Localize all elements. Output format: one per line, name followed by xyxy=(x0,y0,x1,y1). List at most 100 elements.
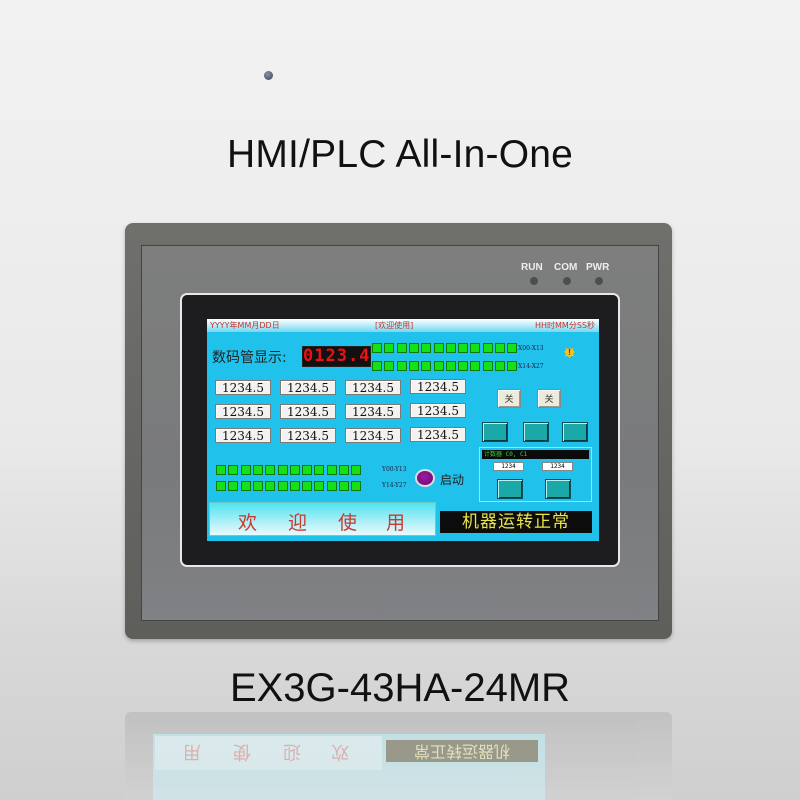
numeric-display[interactable]: 1234.5 xyxy=(410,403,466,418)
numeric-display[interactable]: 1234.5 xyxy=(280,380,336,395)
counter-panel: 计数器 C0, C1 1234 1234 xyxy=(479,447,592,502)
input-range-label-2: X14-X27 xyxy=(518,363,544,370)
reflection-char-2: 迎 xyxy=(283,741,301,762)
welcome-char-3: 使 xyxy=(338,512,358,534)
numeric-display[interactable]: 1234.5 xyxy=(410,379,466,394)
screen-topbar: YYYY年MM月DD日 [欢迎使用] HH时MM分SS秒 xyxy=(207,319,599,332)
numeric-display[interactable]: 1234.5 xyxy=(345,380,401,395)
numeric-display[interactable]: 1234.5 xyxy=(280,404,336,419)
output-lamp xyxy=(240,465,251,475)
run-led-icon xyxy=(530,277,538,285)
numeric-display[interactable]: 1234.5 xyxy=(215,404,271,419)
output-lamp xyxy=(326,481,337,491)
output-lamp xyxy=(339,465,349,475)
welcome-char-1: 欢 xyxy=(238,512,258,534)
output-lamp xyxy=(216,465,226,475)
numeric-display[interactable]: 1234.5 xyxy=(345,404,401,419)
input-lamp xyxy=(458,343,469,353)
numeric-display[interactable]: 1234.5 xyxy=(215,380,271,395)
output-lamp xyxy=(351,481,362,491)
input-lamp xyxy=(433,361,444,371)
reflection-char-1: 欢 xyxy=(331,741,349,762)
input-lamp xyxy=(495,343,505,353)
input-lamp xyxy=(396,361,407,371)
numeric-display[interactable]: 1234.5 xyxy=(280,428,336,443)
output-lamp xyxy=(277,481,288,491)
reflection-status: 机器运转正常 xyxy=(386,740,538,762)
start-button[interactable] xyxy=(415,469,435,487)
output-lamp xyxy=(240,481,251,491)
input-lamp xyxy=(495,361,505,371)
welcome-char-2: 迎 xyxy=(288,512,308,534)
input-lamp xyxy=(433,343,444,353)
input-lamp xyxy=(507,361,518,371)
numeric-display[interactable]: 1234.5 xyxy=(215,428,271,443)
machine-status-banner: 机器运转正常 xyxy=(440,511,592,533)
com-led-icon xyxy=(563,277,571,285)
input-lamp xyxy=(421,361,432,371)
output-lamp xyxy=(302,465,313,475)
segment-display-label: 数码管显示: xyxy=(212,350,287,366)
input-lamp xyxy=(372,343,382,353)
numeric-display[interactable]: 1234.5 xyxy=(345,428,401,443)
output-range-label-2: Y14-Y27 xyxy=(382,482,407,489)
indicator-label-com: COM xyxy=(554,262,578,273)
model-number: EX3G-43HA-24MR xyxy=(229,666,571,710)
input-lamp xyxy=(482,343,493,353)
input-lamp xyxy=(445,343,456,353)
input-lamp xyxy=(470,343,481,353)
camera-dust-spot xyxy=(264,71,273,80)
indicator-label-run: RUN xyxy=(521,262,543,273)
counter-button-2[interactable] xyxy=(545,479,571,499)
input-lamp xyxy=(470,361,481,371)
input-lamp xyxy=(396,343,407,353)
output-lamp xyxy=(289,481,300,491)
warning-burst-icon: ! xyxy=(564,347,575,358)
output-range-label-1: Y00-Y13 xyxy=(382,466,407,473)
teal-button-1[interactable] xyxy=(482,422,508,442)
output-lamp xyxy=(265,481,276,491)
output-lamp xyxy=(252,465,263,475)
counter-button-1[interactable] xyxy=(497,479,523,499)
welcome-banner: 欢 迎 使 用 xyxy=(209,502,436,536)
toggle-button-1[interactable]: 关 xyxy=(497,389,521,408)
reflection-char-3: 使 xyxy=(233,741,251,762)
input-lamp xyxy=(372,361,382,371)
device-reflection: 用 使 迎 欢 机器运转正常 xyxy=(125,712,672,800)
date-display: YYYY年MM月DD日 xyxy=(210,321,280,330)
teal-button-2[interactable] xyxy=(523,422,549,442)
start-button-label: 启动 xyxy=(440,473,465,487)
time-display: HH时MM分SS秒 xyxy=(535,321,595,330)
welcome-char-4: 用 xyxy=(386,512,406,534)
numeric-display[interactable]: 1234.5 xyxy=(410,427,466,442)
output-lamp xyxy=(228,465,239,475)
input-lamp xyxy=(384,343,395,353)
output-lamp xyxy=(351,465,362,475)
input-lamp xyxy=(421,343,432,353)
output-lamp xyxy=(339,481,349,491)
output-lamp xyxy=(314,465,325,475)
counter-c1-value: 1234 xyxy=(542,462,573,471)
input-lamp xyxy=(458,361,469,371)
hmi-screen: YYYY年MM月DD日 [欢迎使用] HH时MM分SS秒 数码管显示: 0123… xyxy=(207,319,599,541)
input-lamp xyxy=(445,361,456,371)
reflection-welcome: 用 使 迎 欢 xyxy=(155,736,382,770)
output-lamp xyxy=(277,465,288,475)
input-lamp xyxy=(507,343,518,353)
input-range-label-1: X00-X13 xyxy=(518,345,544,352)
indicator-label-pwr: PWR xyxy=(586,262,610,273)
output-lamp xyxy=(252,481,263,491)
input-lamp xyxy=(384,361,395,371)
toggle-button-2[interactable]: 关 xyxy=(537,389,561,408)
output-lamp xyxy=(326,465,337,475)
input-lamp xyxy=(408,343,419,353)
reflection-char-4: 用 xyxy=(183,741,201,762)
screen-title: [欢迎使用] xyxy=(375,321,414,330)
teal-button-3[interactable] xyxy=(562,422,588,442)
reflection-screen: 用 使 迎 欢 机器运转正常 xyxy=(153,734,545,800)
counter-c0-value: 1234 xyxy=(493,462,524,471)
output-lamp xyxy=(228,481,239,491)
pwr-led-icon xyxy=(595,277,603,285)
input-lamp xyxy=(408,361,419,371)
output-lamp xyxy=(302,481,313,491)
